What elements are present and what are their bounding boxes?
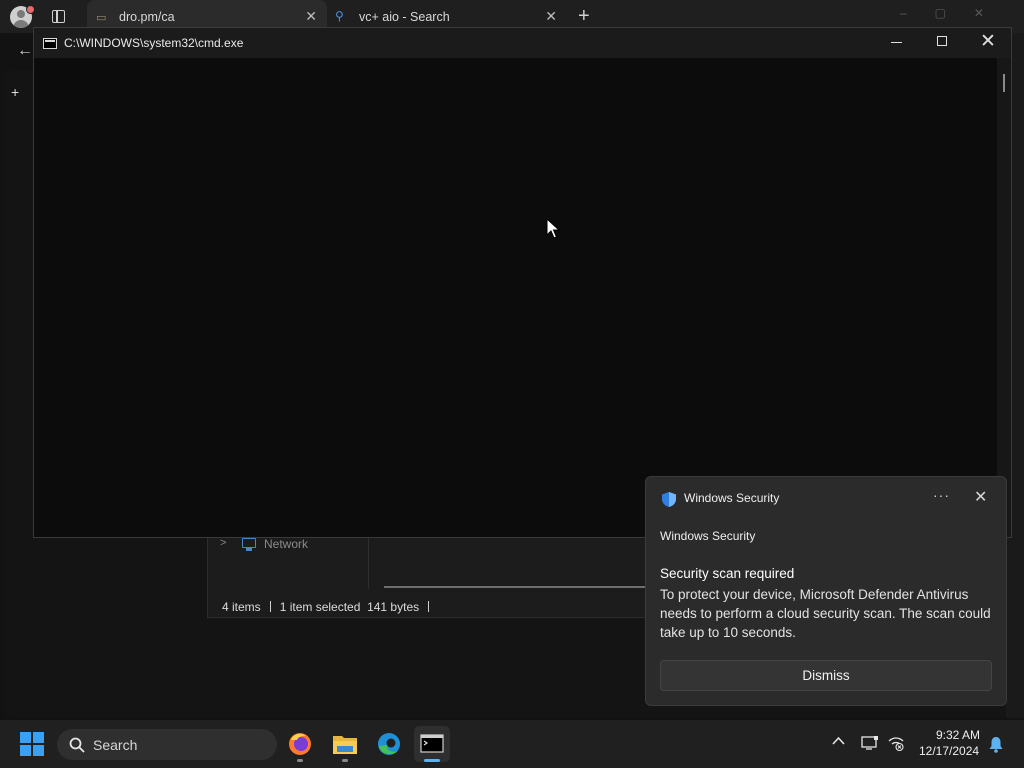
active-indicator xyxy=(424,759,440,762)
notification-bell-icon[interactable] xyxy=(988,736,1004,753)
navigation-pane: > Network xyxy=(208,529,369,589)
notification-app-name: Windows Security xyxy=(684,491,780,505)
tab-title: vc+ aio - Search xyxy=(359,10,450,24)
clock-time[interactable]: 9:32 AM xyxy=(936,728,980,742)
edge-icon xyxy=(378,733,400,755)
running-indicator xyxy=(342,759,348,762)
mouse-pointer-icon xyxy=(546,218,560,239)
start-windows-icon[interactable] xyxy=(20,732,44,756)
selection-count: 1 item selected xyxy=(279,600,361,614)
close-notification-icon[interactable]: ✕ xyxy=(974,487,987,507)
tab-close-icon[interactable]: ✕ xyxy=(305,8,317,25)
notification-body: To protect your device, Microsoft Defend… xyxy=(660,587,991,640)
maximize-button[interactable] xyxy=(937,36,947,46)
vertical-scrollbar[interactable] xyxy=(997,58,1011,537)
browser-window-controls[interactable]: –▢✕ xyxy=(900,6,1012,20)
cmd-window[interactable]: C:\WINDOWS\system32\cmd.exe ✕ xyxy=(33,27,1012,538)
file-explorer-icon xyxy=(333,736,357,754)
new-tab-button[interactable]: + xyxy=(578,5,590,28)
status-bar: 4 items 1 item selected 141 bytes xyxy=(222,600,438,614)
cmd-titlebar[interactable]: C:\WINDOWS\system32\cmd.exe ✕ xyxy=(34,28,1011,58)
shield-icon xyxy=(662,492,676,507)
more-options-icon[interactable]: ··· xyxy=(933,487,950,503)
minimize-button[interactable] xyxy=(891,42,902,43)
windows-security-notification[interactable]: Windows Security ··· ✕ Windows Security … xyxy=(645,476,1007,706)
network-icon xyxy=(242,538,256,551)
close-button[interactable]: ✕ xyxy=(980,30,996,53)
notification-heading: Windows Security xyxy=(660,529,756,543)
back-arrow-icon[interactable]: ← xyxy=(17,42,33,60)
tab-actions-icon[interactable] xyxy=(52,10,65,23)
clock-date[interactable]: 12/17/2024 xyxy=(919,744,979,758)
search-label: Search xyxy=(93,737,138,753)
chevron-right-icon[interactable]: > xyxy=(220,537,226,549)
taskbar-search-box[interactable]: Search xyxy=(57,729,277,760)
tab-close-icon[interactable]: ✕ xyxy=(545,8,557,25)
taskbar-firefox[interactable] xyxy=(282,726,318,762)
file-explorer-window: > Network 4 items 1 item selected 141 byt… xyxy=(207,528,648,618)
item-count: 4 items xyxy=(222,600,261,614)
taskbar-terminal[interactable] xyxy=(414,726,450,762)
sidebar-plus-icon[interactable]: + xyxy=(11,84,19,100)
console-output-area[interactable] xyxy=(34,58,997,537)
display-icon[interactable] xyxy=(861,735,879,751)
tab-title: dro.pm/ca xyxy=(119,10,175,24)
horizontal-scrollbar[interactable] xyxy=(384,586,648,588)
taskbar-edge[interactable] xyxy=(371,726,407,762)
network-disconnected-icon[interactable] xyxy=(887,735,905,751)
terminal-icon xyxy=(420,734,444,753)
nav-item-network[interactable]: Network xyxy=(264,537,308,551)
search-icon xyxy=(69,737,85,753)
scrollbar-thumb[interactable] xyxy=(1003,74,1005,92)
chevron-up-icon[interactable] xyxy=(832,736,845,746)
dismiss-button[interactable]: Dismiss xyxy=(660,660,992,691)
search-favicon-icon: ⚲ xyxy=(335,9,344,23)
notification-title: Security scan required xyxy=(660,566,795,581)
cmd-window-title: C:\WINDOWS\system32\cmd.exe xyxy=(64,36,244,50)
page-favicon-icon: ▭ xyxy=(96,12,107,24)
firefox-icon xyxy=(289,733,311,755)
selection-size: 141 bytes xyxy=(367,600,420,614)
taskbar-file-explorer[interactable] xyxy=(327,726,363,762)
running-indicator xyxy=(297,759,303,762)
profile-notification-dot xyxy=(26,5,35,14)
cmd-app-icon xyxy=(43,38,57,49)
